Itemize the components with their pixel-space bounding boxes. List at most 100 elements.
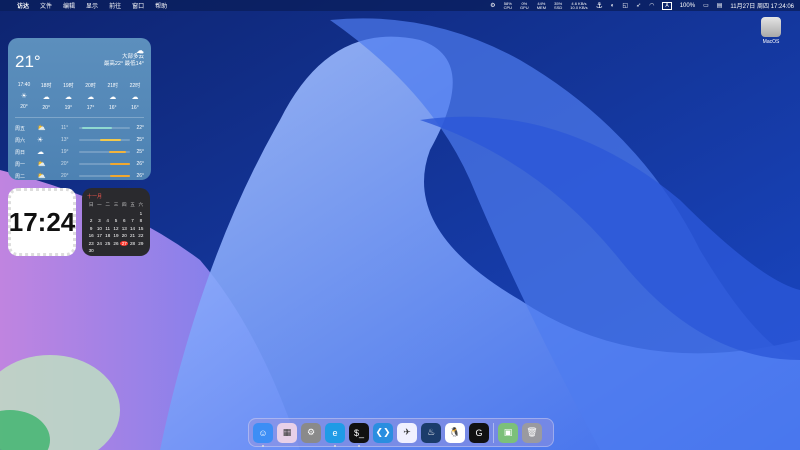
clock-widget[interactable]: 17:24 [8,188,76,256]
calendar-day[interactable]: 23 [87,241,95,246]
menu-file[interactable]: 文件 [40,1,52,10]
calendar-today[interactable]: 27 [120,240,129,246]
hour-item: 22时 ☁ 16° [126,82,144,111]
gpu-label: GPU [520,4,529,10]
dock-app-finder[interactable]: ☺ [253,422,273,447]
cpu-stat[interactable]: 58% CPU [504,1,512,10]
hour-temp: 19° [64,105,73,111]
dock-app-feishu[interactable]: ✈ [397,422,417,443]
calendar-day[interactable]: 5 [112,218,120,223]
calendar-day[interactable]: 30 [87,248,95,253]
calendar-day[interactable]: 1 [137,211,145,216]
datetime[interactable]: 11月27日 周四 17:24:06 [730,1,794,10]
hour-label: 21时 [107,83,119,89]
temp-range-bar [79,151,131,153]
day-row: 周一 ⛅ 20° 26° [15,158,144,170]
input-method-icon[interactable]: A [662,1,672,10]
calendar-day[interactable]: 26 [112,241,120,246]
calendar-day[interactable]: 4 [104,218,112,223]
anchor-icon[interactable]: ⚓ [596,1,603,10]
vscode-icon: ❮❯ [375,427,391,437]
battery-icon[interactable]: ▭ [703,2,709,9]
calendar-day[interactable]: 28 [128,241,136,246]
menu-finder[interactable]: 访达 [17,1,29,10]
weather-icon: ⛅ [37,173,46,180]
calendar-grid: 日一二三四五六 1 2 3 4 5 6 7 8 9 10 11 12 13 14 15 16 17 18 19 20 21… [87,202,145,253]
screenshot-icon[interactable]: ◱ [622,2,628,9]
calendar-day[interactable]: 24 [95,241,103,246]
calendar-day[interactable]: 6 [120,218,128,223]
calendar-day[interactable]: 22 [137,233,145,238]
menu-window[interactable]: 窗口 [132,1,144,10]
menu-edit[interactable]: 编辑 [63,1,75,10]
calendar-day[interactable]: 15 [137,226,145,231]
feishu-status-icon[interactable]: ➶ [636,2,641,9]
calendar-day[interactable]: 3 [95,218,103,223]
calendar-day[interactable]: 18 [104,233,112,238]
edge-icon: e [332,427,338,438]
calendar-day[interactable]: 20 [120,233,128,238]
ssd-stat[interactable]: 35% SSD [554,1,562,10]
weather-icon: ☁ [37,149,44,156]
control-center-icon[interactable]: ▤ [717,2,723,9]
calendar-day[interactable]: 13 [120,226,128,231]
dock-app-trash[interactable]: 🗑 [522,422,542,443]
menu-view[interactable]: 显示 [86,1,98,10]
day-high: 26° [136,173,144,179]
desktop-icon-macos[interactable]: MacOS [758,17,784,45]
calendar-day[interactable]: 2 [87,218,95,223]
calendar-day[interactable]: 29 [137,241,145,246]
hard-drive-icon [761,17,781,37]
day-row: 周日 ☁ 19° 25° [15,146,144,158]
menu-help[interactable]: 帮助 [155,1,167,10]
weekday-label: 四 [121,202,127,207]
preview-icon: ▣ [503,427,513,437]
calendar-day[interactable]: 9 [87,226,95,231]
network-stat[interactable]: 4.6 KB/s 10.0 KB/s [570,1,587,10]
dock-app-terminal[interactable]: $_ [349,422,369,447]
calendar-day[interactable]: 19 [112,233,120,238]
calendar-day[interactable]: 21 [128,233,136,238]
dock-app-preview[interactable]: ▣ [498,422,518,443]
weather-widget[interactable]: 21° ☁ 大部多云 最高22° 最低14° 17:40 ☀ 20° 18时 ☁ 20° 1… [8,38,151,180]
dock-app-system-settings[interactable]: ⚙ [301,422,321,443]
dock-app-steam[interactable]: ♨ [421,422,441,443]
calendar-day[interactable]: 7 [128,218,136,223]
hour-item: 17:40 ☀ 20° [15,82,33,111]
calendar-day[interactable]: 11 [104,226,112,231]
app-status-icon[interactable]: ◐ [611,3,615,9]
dock-app-launchpad[interactable]: ▦ [277,422,297,443]
calendar-day[interactable]: 16 [87,233,95,238]
mem-stat[interactable]: 44% MEM [537,1,546,10]
day-low: 20° [61,161,69,167]
dock-app-vscode[interactable]: ❮❯ [373,422,393,443]
day-high: 26° [136,161,144,167]
dock-app-logitech[interactable]: G [469,422,489,443]
gpu-stat[interactable]: 0% GPU [520,1,529,10]
wifi-icon[interactable]: ◠ [649,2,654,9]
calendar-day[interactable]: 17 [95,233,103,238]
system-settings-icon: ⚙ [306,427,316,437]
calendar-day[interactable]: 8 [137,218,145,223]
calendar-day[interactable]: 14 [128,226,136,231]
calendar-day[interactable]: 10 [95,226,103,231]
dock-app-qq[interactable]: 🐧 [445,422,465,443]
weekday-label: 五 [130,202,135,207]
temp-range-bar [79,127,131,129]
dock-app-edge[interactable]: e [325,422,345,447]
calendar-widget[interactable]: 十一月 日一二三四五六 1 2 3 4 5 6 7 8 9 10 11 12 13 14 15 16 17 18 19… [82,188,150,256]
weather-icon: ⛅ [37,161,46,168]
day-row: 周五 ⛅ 11° 22° [15,122,144,134]
menu-go[interactable]: 前往 [109,1,121,10]
hour-temp: 16° [131,105,139,111]
calendar-month: 十一月 [87,194,103,200]
day-high: 25° [136,149,144,155]
calendar-day[interactable]: 25 [104,241,112,246]
weekday-label: 六 [138,202,144,207]
calendar-day[interactable]: 12 [112,226,120,231]
weather-icon: ☁ [109,94,117,101]
hour-item: 19时 ☁ 19° [59,82,77,111]
stats-gear-icon[interactable]: ⚙ [490,2,495,9]
terminal-icon: $_ [353,427,364,438]
blank-cell [128,211,136,216]
